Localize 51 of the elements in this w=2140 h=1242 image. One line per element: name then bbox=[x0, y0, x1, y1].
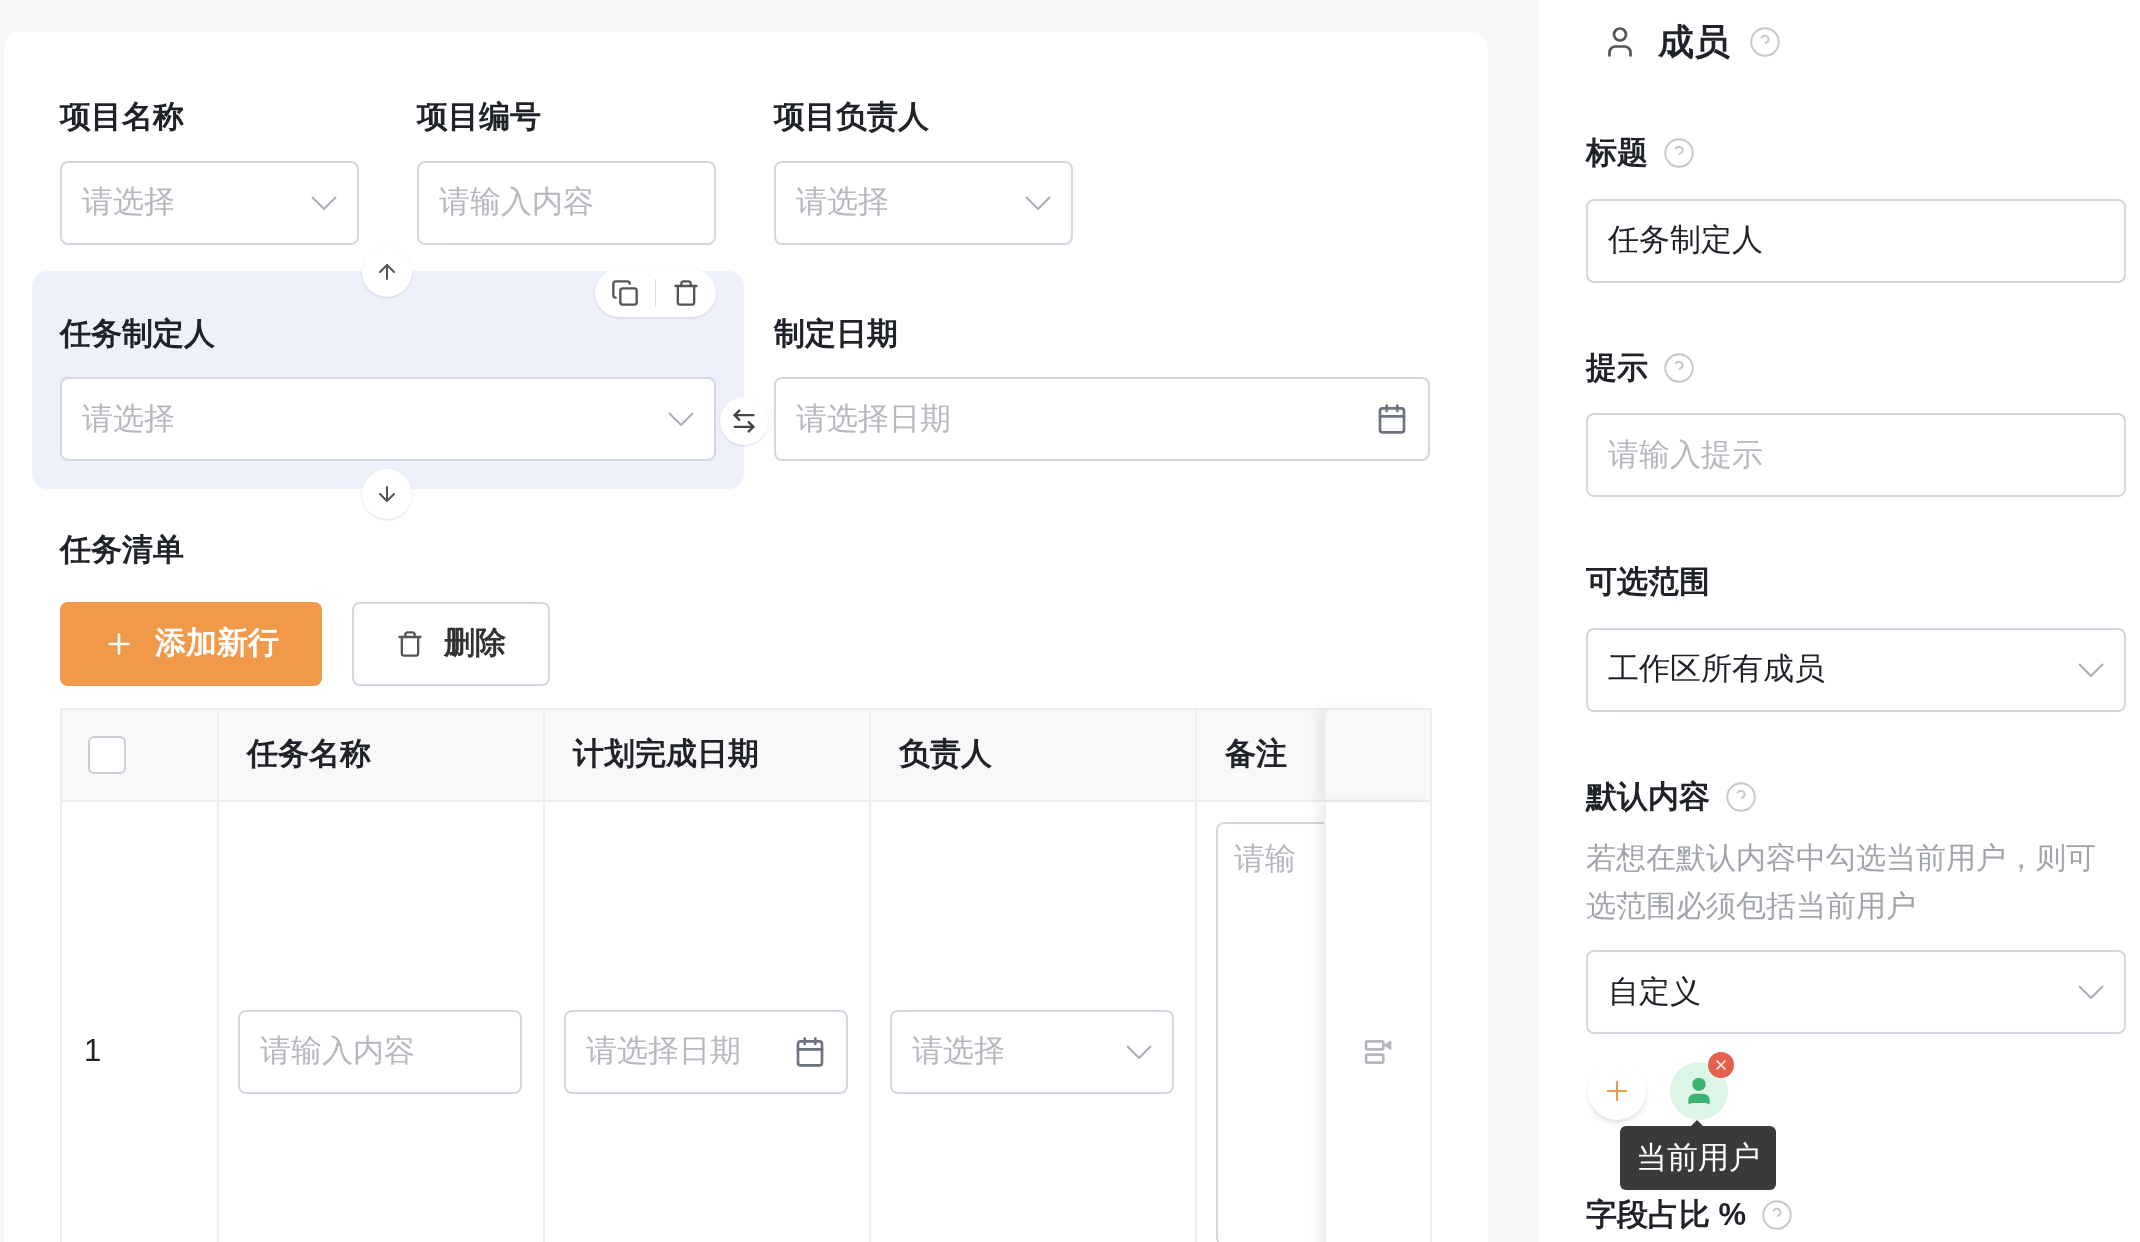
property-label: 标题 bbox=[1586, 134, 1648, 172]
select-field[interactable]: 请选择 bbox=[774, 160, 1073, 245]
input-field[interactable]: 请输入内容 bbox=[417, 160, 716, 245]
chevron-down-icon bbox=[668, 412, 694, 426]
field-label: 项目编号 bbox=[417, 98, 542, 136]
remove-badge[interactable] bbox=[1708, 1052, 1734, 1078]
chevron-down-icon bbox=[2078, 662, 2104, 677]
swap-button[interactable] bbox=[720, 396, 768, 445]
calendar-icon bbox=[1376, 403, 1408, 435]
field-label: 任务制定人 bbox=[60, 314, 216, 353]
calendar-icon bbox=[794, 1035, 826, 1068]
input-field[interactable]: 任务制定人 bbox=[1586, 198, 2126, 283]
column-header: 备注 bbox=[1224, 735, 1288, 774]
chevron-down-icon bbox=[1025, 195, 1051, 210]
property-label: 默认内容 bbox=[1586, 777, 1710, 816]
property-label: 可选范围 bbox=[1586, 563, 1710, 601]
move-up-button[interactable] bbox=[362, 246, 412, 297]
chevron-down-icon bbox=[311, 195, 337, 210]
trash-icon bbox=[396, 629, 424, 658]
copy-icon[interactable] bbox=[611, 278, 639, 307]
property-label: 字段占比 % bbox=[1586, 1196, 1747, 1234]
checkbox[interactable] bbox=[88, 735, 126, 774]
row-number: 1 bbox=[84, 1032, 102, 1071]
section-label: 任务清单 bbox=[60, 531, 185, 569]
select-field[interactable]: 请选择 bbox=[890, 1009, 1174, 1094]
input-field[interactable]: 请输入提示 bbox=[1586, 413, 2126, 497]
chevron-down-icon bbox=[2078, 985, 2104, 999]
date-field[interactable]: 请选择日期 bbox=[564, 1009, 848, 1094]
column-header: 任务名称 bbox=[219, 709, 545, 800]
select-field[interactable]: 请选择 bbox=[60, 377, 716, 461]
move-down-button[interactable] bbox=[362, 469, 412, 519]
add-row-button[interactable]: 添加新行 bbox=[60, 601, 322, 686]
property-label: 提示 bbox=[1586, 348, 1648, 387]
field-label: 项目负责人 bbox=[774, 98, 930, 136]
panel-title: 成员 bbox=[1658, 20, 1730, 64]
column-header: 计划完成日期 bbox=[545, 709, 871, 800]
field-label: 项目名称 bbox=[60, 98, 185, 136]
delete-button[interactable]: 删除 bbox=[352, 601, 550, 686]
tooltip: 当前用户 bbox=[1620, 1126, 1776, 1190]
field-label: 制定日期 bbox=[774, 314, 899, 353]
date-field[interactable]: 请选择日期 bbox=[774, 377, 1430, 461]
input-field[interactable]: 请输入内容 bbox=[238, 1009, 522, 1094]
description-text: 若想在默认内容中勾选当前用户，则可选范围必须包括当前用户 bbox=[1586, 840, 2097, 924]
select-field[interactable]: 请选择 bbox=[60, 160, 359, 245]
chevron-down-icon bbox=[1126, 1044, 1152, 1059]
select-field[interactable]: 自定义 bbox=[1586, 950, 2126, 1034]
column-header: 负责人 bbox=[871, 709, 1197, 800]
help-icon bbox=[1750, 27, 1780, 57]
trash-icon[interactable] bbox=[672, 278, 700, 307]
select-field[interactable]: 工作区所有成员 bbox=[1586, 627, 2126, 712]
selected-field-block[interactable]: 任务制定人 请选择 bbox=[32, 270, 744, 489]
